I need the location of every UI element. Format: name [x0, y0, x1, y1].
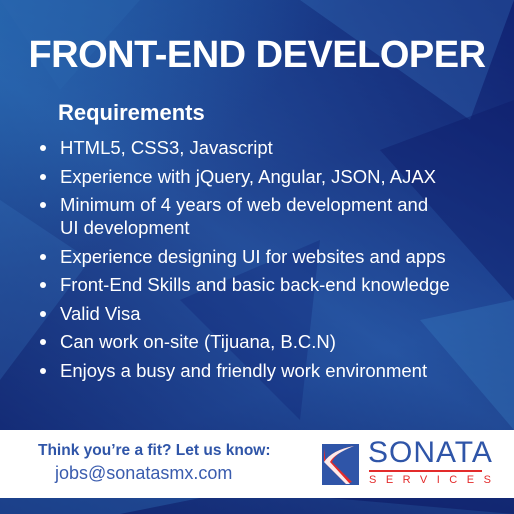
- bullet-icon: [40, 253, 46, 260]
- logo-name: SONATA: [368, 436, 493, 469]
- bullet-icon: [40, 367, 46, 374]
- list-item: Experience with jQuery, Angular, JSON, A…: [40, 165, 450, 188]
- list-item: Front-End Skills and basic back-end know…: [40, 273, 450, 296]
- requirements-list: HTML5, CSS3, Javascript Experience with …: [40, 136, 450, 387]
- bullet-icon: [40, 282, 46, 288]
- list-item: Valid Visa: [40, 302, 450, 325]
- logo-divider: [369, 470, 482, 472]
- list-item: HTML5, CSS3, Javascript: [40, 136, 450, 159]
- bullet-icon: [40, 310, 46, 317]
- contact-band: Think you’re a fit? Let us know: jobs@so…: [0, 430, 514, 498]
- bullet-icon: [40, 339, 46, 345]
- sonata-logo-icon: [322, 444, 359, 485]
- page-title: FRONT-END DEVELOPER: [28, 34, 486, 76]
- list-item: Can work on-site (Tijuana, B.C.N): [40, 330, 450, 353]
- list-item: Minimum of 4 years of web development an…: [40, 193, 450, 239]
- bullet-icon: [40, 173, 46, 180]
- requirements-heading: Requirements: [58, 100, 205, 125]
- logo-subtitle: SERVICES: [369, 474, 501, 486]
- email-link[interactable]: jobs@sonatasmx.com: [55, 463, 232, 484]
- list-item: Experience designing UI for websites and…: [40, 245, 450, 268]
- call-to-action: Think you’re a fit? Let us know:: [38, 442, 271, 459]
- bullet-icon: [40, 145, 46, 151]
- bullet-icon: [40, 202, 46, 208]
- list-item: Enjoys a busy and friendly work environm…: [40, 359, 450, 382]
